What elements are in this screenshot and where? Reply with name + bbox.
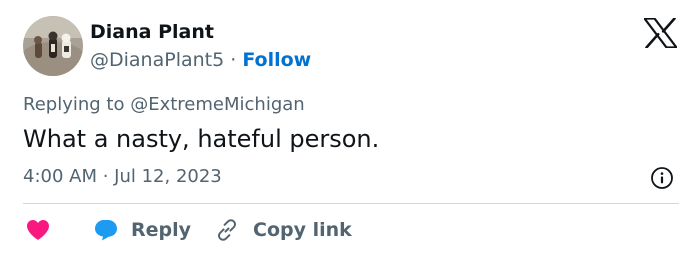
separator-dot: ·: [230, 49, 237, 71]
author-name[interactable]: Diana Plant: [90, 19, 214, 45]
author-handle-line: @DianaPlant5 · Follow: [90, 47, 311, 73]
copy-link-label: Copy link: [253, 219, 352, 241]
reply-button[interactable]: Reply: [94, 215, 191, 245]
reply-label: Reply: [131, 219, 192, 241]
avatar-photo: [23, 16, 83, 76]
copy-link-button[interactable]: Copy link: [215, 215, 352, 245]
reply-target-handle[interactable]: @ExtremeMichigan: [130, 94, 304, 115]
reply-context-prefix: Replying to: [23, 94, 125, 115]
info-icon[interactable]: [650, 166, 674, 190]
divider: [23, 203, 679, 204]
avatar[interactable]: [23, 16, 83, 76]
speech-bubble-icon: [95, 220, 117, 241]
heart-icon: [27, 220, 49, 240]
x-logo-icon[interactable]: [643, 17, 678, 49]
follow-button[interactable]: Follow: [242, 49, 311, 71]
like-button[interactable]: [26, 215, 50, 245]
tweet-timestamp[interactable]: 4:00 AM · Jul 12, 2023: [23, 164, 222, 190]
reply-context: Replying to @ExtremeMichigan: [23, 92, 305, 118]
tweet-text: What a nasty, hateful person.: [23, 125, 380, 153]
link-icon: [218, 219, 236, 241]
author-handle[interactable]: @DianaPlant5: [90, 49, 224, 71]
